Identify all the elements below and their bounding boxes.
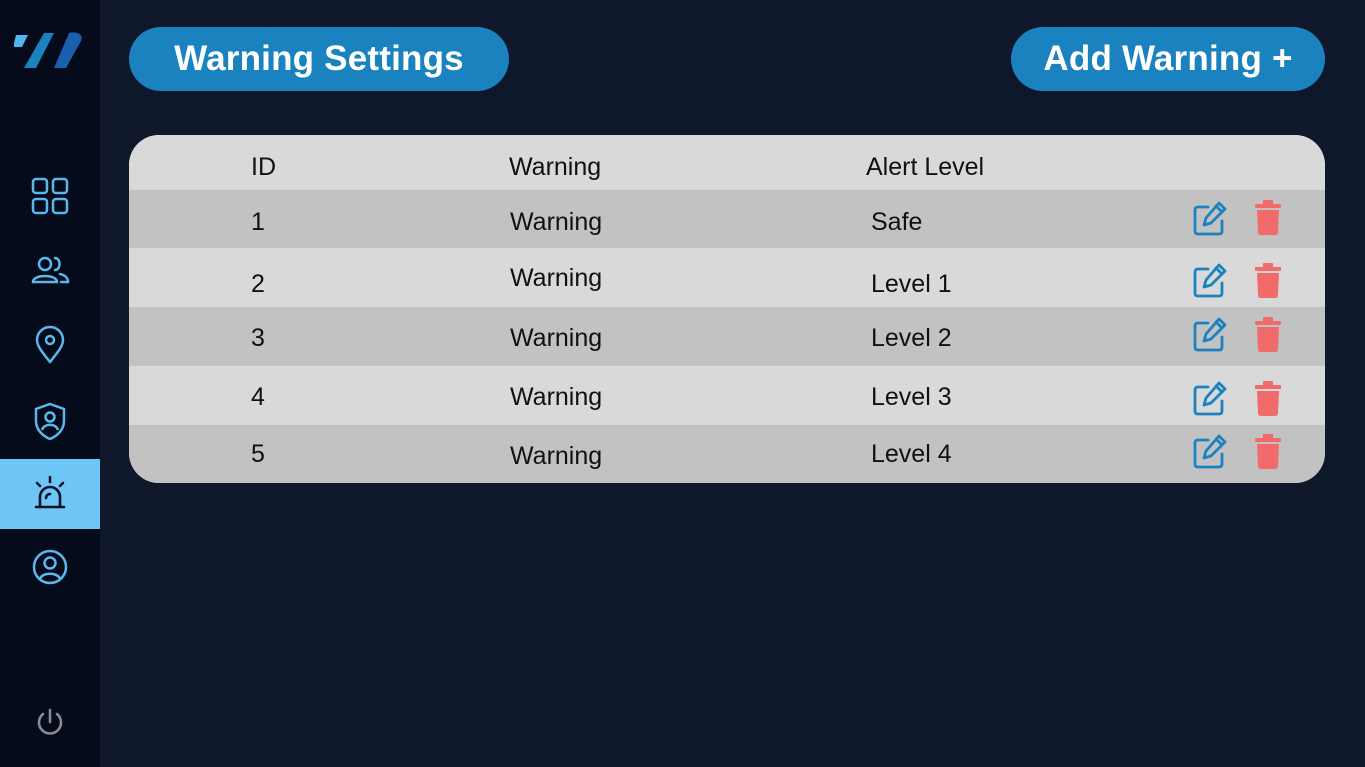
row-alert-level: Safe: [871, 208, 923, 236]
row-warning: Warning: [510, 208, 603, 236]
nav-profile[interactable]: [0, 532, 100, 602]
trash-icon[interactable]: [1250, 315, 1286, 353]
row-id: 1: [251, 208, 265, 236]
column-header-id: ID: [251, 153, 276, 181]
user-circle-icon: [32, 549, 68, 585]
sidebar: [0, 0, 100, 767]
row-id: 2: [251, 270, 265, 298]
nav-security[interactable]: [0, 386, 100, 456]
trash-icon[interactable]: [1250, 261, 1286, 299]
row-warning: Warning: [510, 264, 603, 292]
add-warning-button[interactable]: Add Warning +: [1011, 27, 1325, 91]
nav-logout[interactable]: [0, 687, 100, 757]
edit-icon[interactable]: [1192, 261, 1228, 299]
edit-icon[interactable]: [1192, 315, 1228, 353]
table-row: 2 Warning Level 1: [129, 248, 1325, 307]
location-pin-icon: [35, 325, 65, 365]
row-warning: Warning: [510, 383, 603, 411]
row-alert-level: Level 4: [871, 440, 952, 468]
table-row: 4 Warning Level 3: [129, 366, 1325, 425]
nav-warnings[interactable]: [0, 459, 100, 529]
brand-logo[interactable]: [13, 30, 86, 72]
shield-user-icon: [34, 402, 66, 441]
row-alert-level: Level 3: [871, 383, 952, 411]
row-id: 5: [251, 440, 265, 468]
row-warning: Warning: [510, 324, 603, 352]
nav-location[interactable]: [0, 310, 100, 380]
users-icon: [31, 256, 70, 284]
dashboard-grid-icon: [31, 177, 69, 215]
row-id: 4: [251, 383, 265, 411]
table-header: ID Warning Alert Level: [129, 135, 1325, 190]
column-header-alert-level: Alert Level: [866, 153, 985, 181]
row-id: 3: [251, 324, 265, 352]
table-row: 3 Warning Level 2: [129, 307, 1325, 366]
trash-icon[interactable]: [1250, 198, 1286, 236]
warnings-table: ID Warning Alert Level 1 Warning Safe 2 …: [129, 135, 1325, 483]
power-icon: [37, 708, 63, 735]
edit-icon[interactable]: [1192, 379, 1228, 417]
edit-icon[interactable]: [1192, 199, 1228, 237]
table-row: 1 Warning Safe: [129, 190, 1325, 248]
nav-users[interactable]: [0, 235, 100, 305]
table-row: 5 Warning Level 4: [129, 425, 1325, 483]
trash-icon[interactable]: [1250, 379, 1286, 417]
edit-icon[interactable]: [1192, 432, 1228, 470]
row-warning: Warning: [510, 442, 603, 470]
row-alert-level: Level 1: [871, 270, 952, 298]
nav-dashboard[interactable]: [0, 161, 100, 231]
column-header-warning: Warning: [509, 153, 602, 181]
alarm-siren-icon: [34, 475, 66, 509]
trash-icon[interactable]: [1250, 432, 1286, 470]
row-alert-level: Level 2: [871, 324, 952, 352]
page-title: Warning Settings: [129, 27, 509, 91]
